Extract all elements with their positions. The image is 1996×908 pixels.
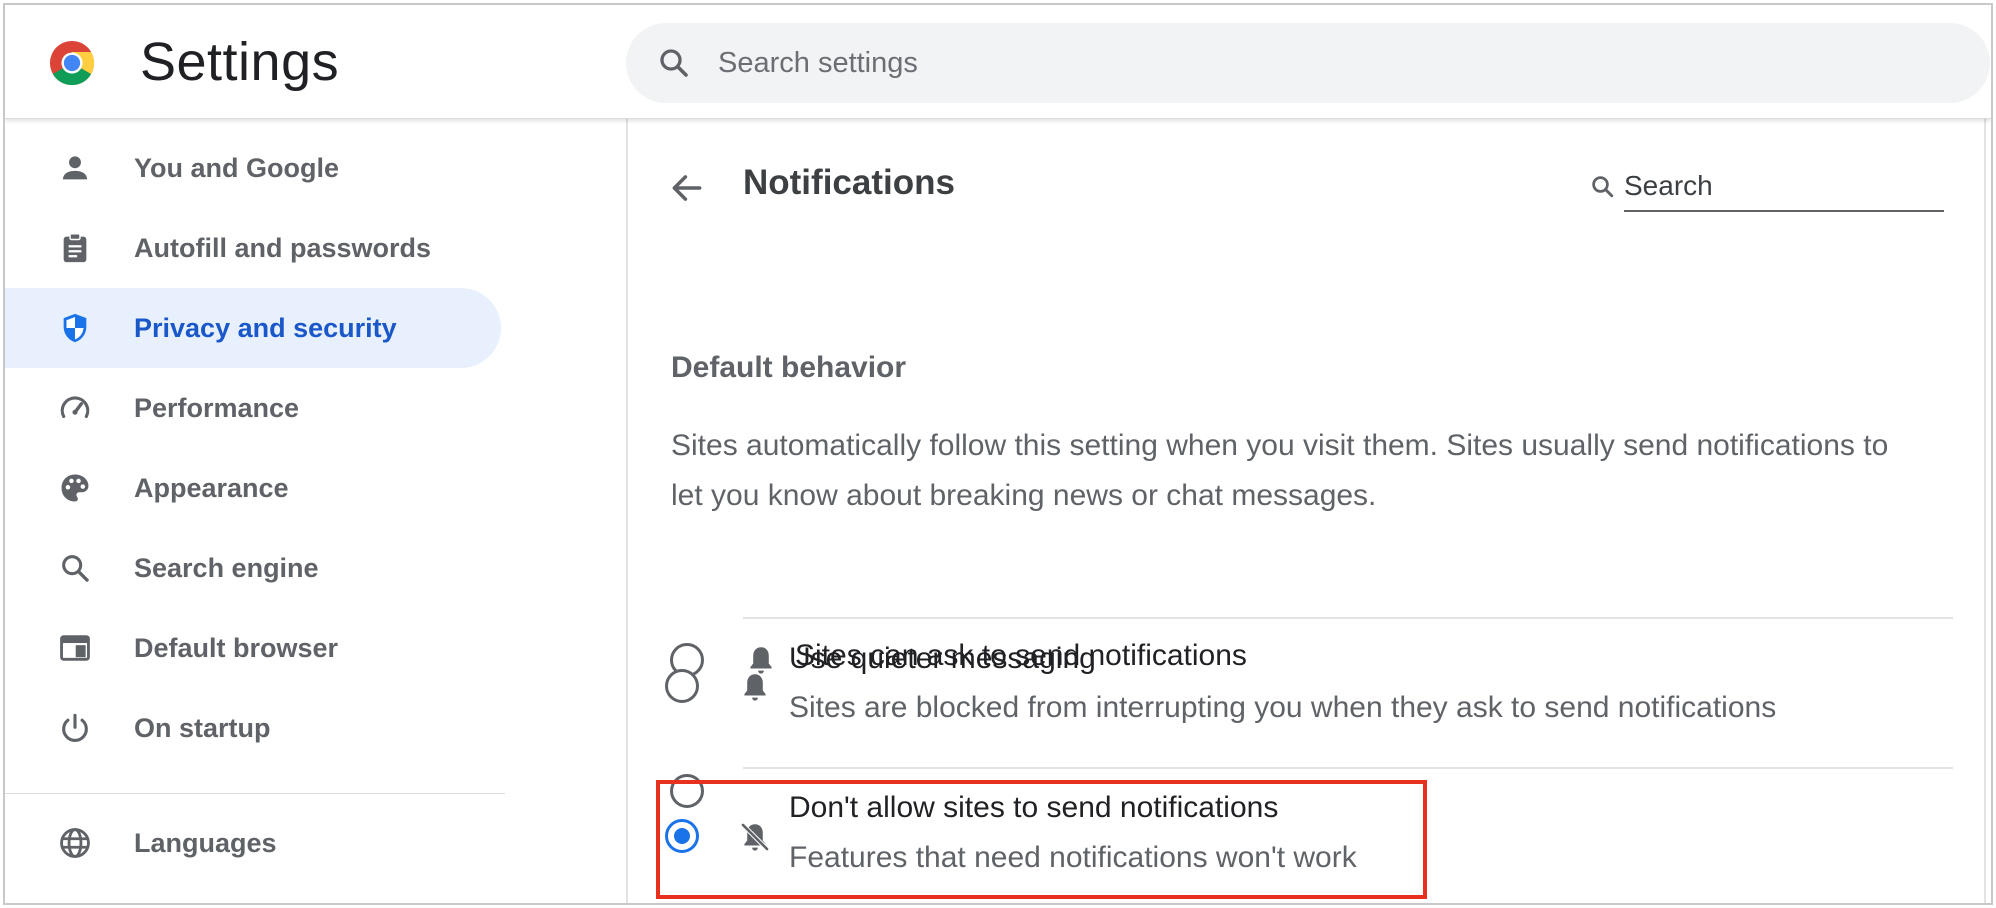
option-divider bbox=[743, 767, 1953, 769]
highlight-annotation-box bbox=[656, 780, 1427, 899]
section-title: Default behavior bbox=[671, 351, 907, 384]
sidebar: You and Google Autofill and passwords Pr… bbox=[5, 119, 625, 903]
sidebar-item-label: On startup bbox=[134, 712, 271, 743]
sidebar-item-languages[interactable]: Languages bbox=[5, 803, 501, 883]
globe-icon bbox=[57, 825, 93, 861]
search-icon bbox=[57, 550, 93, 586]
search-settings-input[interactable] bbox=[718, 46, 1918, 80]
top-bar: Settings bbox=[5, 5, 1991, 119]
notifications-card: Notifications Default behavior Sites aut… bbox=[626, 119, 1986, 903]
sidebar-item-privacy-and-security[interactable]: Privacy and security bbox=[5, 288, 501, 368]
sidebar-item-on-startup[interactable]: On startup bbox=[5, 688, 501, 768]
palette-icon bbox=[57, 470, 93, 506]
speedometer-icon bbox=[57, 390, 93, 426]
clipboard-icon bbox=[57, 230, 93, 266]
radio-selected-dot bbox=[674, 828, 690, 844]
subpage-search-input[interactable] bbox=[1624, 162, 1944, 212]
sidebar-item-default-browser[interactable]: Default browser bbox=[5, 608, 501, 688]
search-settings-bar[interactable] bbox=[626, 23, 1990, 103]
person-icon bbox=[57, 150, 93, 186]
arrow-back-icon[interactable] bbox=[668, 169, 706, 207]
search-icon bbox=[1592, 176, 1614, 198]
shield-icon bbox=[57, 310, 93, 346]
main-content: Notifications Default behavior Sites aut… bbox=[625, 119, 1991, 903]
chrome-logo-icon bbox=[49, 40, 95, 86]
sidebar-item-performance[interactable]: Performance bbox=[5, 368, 501, 448]
section-description: Sites automatically follow this setting … bbox=[671, 429, 1889, 512]
browser-window-icon bbox=[57, 630, 93, 666]
search-icon bbox=[660, 49, 688, 77]
sidebar-divider bbox=[5, 793, 505, 794]
sidebar-item-label: Search engine bbox=[134, 552, 319, 583]
subpage-search[interactable] bbox=[1588, 159, 1968, 215]
option-divider bbox=[743, 617, 1953, 619]
sidebar-item-label: Languages bbox=[134, 827, 277, 858]
sidebar-item-label: Autofill and passwords bbox=[134, 232, 432, 263]
sidebar-item-label: Default browser bbox=[134, 632, 339, 663]
sidebar-item-label: Performance bbox=[134, 392, 300, 423]
sidebar-item-you-and-google[interactable]: You and Google bbox=[5, 128, 501, 208]
sidebar-item-label: Appearance bbox=[134, 472, 289, 503]
power-icon bbox=[57, 710, 93, 746]
app-title: Settings bbox=[140, 32, 340, 92]
page-title: Notifications bbox=[743, 163, 955, 202]
radio-dont-allow[interactable] bbox=[665, 819, 699, 853]
sidebar-item-label: Privacy and security bbox=[134, 312, 397, 343]
settings-window: Settings You and Google Autofill and pas… bbox=[3, 3, 1993, 905]
sidebar-item-appearance[interactable]: Appearance bbox=[5, 448, 501, 528]
sidebar-item-label: You and Google bbox=[134, 152, 339, 183]
sidebar-item-search-engine[interactable]: Search engine bbox=[5, 528, 501, 608]
sidebar-item-autofill[interactable]: Autofill and passwords bbox=[5, 208, 501, 288]
radio-quieter-messaging[interactable] bbox=[665, 669, 699, 703]
